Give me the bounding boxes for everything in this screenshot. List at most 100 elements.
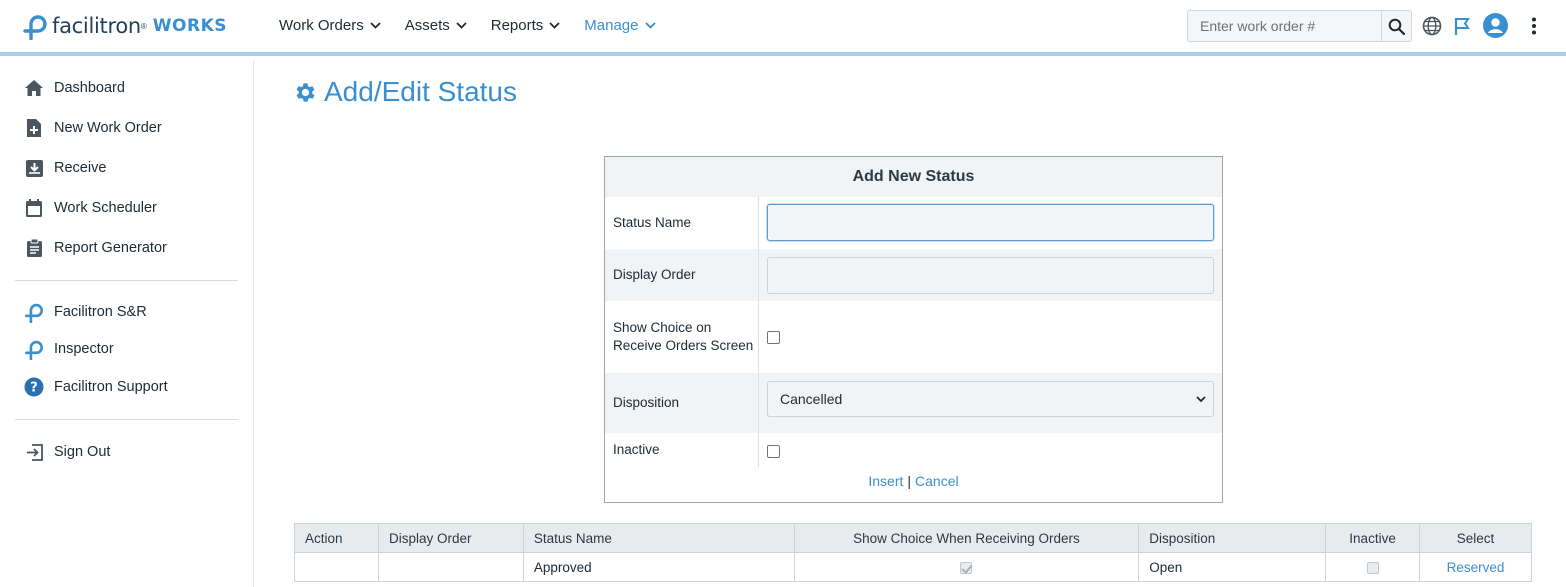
status-name-row: Status Name <box>605 197 1222 249</box>
calendar-icon <box>24 198 44 218</box>
status-name-input[interactable] <box>767 204 1214 241</box>
main-nav: Work Orders Assets Reports Manage <box>279 17 680 34</box>
account-button[interactable] <box>1483 13 1508 38</box>
add-status-form: Add New Status Status Name Display Order… <box>604 156 1223 503</box>
work-order-search-input[interactable] <box>1188 11 1381 41</box>
sidebar-divider <box>15 419 238 420</box>
sidebar-item-label: New Work Order <box>54 120 162 136</box>
more-options-button[interactable] <box>1523 15 1545 37</box>
file-plus-icon <box>24 118 44 138</box>
sidebar-item-dashboard[interactable]: Dashboard <box>24 76 125 100</box>
facilitron-works-logo[interactable]: facilitron ® WORKS <box>22 12 227 40</box>
search-icon <box>1388 18 1405 35</box>
show-choice-row: Show Choice on Receive Orders Screen <box>605 301 1222 373</box>
inactive-label: Inactive <box>605 433 759 467</box>
sidebar-item-new-work-order[interactable]: New Work Order <box>24 116 162 140</box>
select-link[interactable]: Reserved <box>1447 560 1505 575</box>
nav-reports[interactable]: Reports <box>491 17 561 34</box>
form-title: Add New Status <box>605 157 1222 197</box>
column-header-display-order[interactable]: Display Order <box>377 523 524 553</box>
column-header-action[interactable]: Action <box>294 523 379 553</box>
inactive-row: Inactive <box>605 433 1222 467</box>
form-actions: Insert | Cancel <box>605 473 1222 489</box>
nav-work-orders-label: Work Orders <box>279 17 364 34</box>
sidebar-item-report-generator[interactable]: Report Generator <box>24 236 167 260</box>
facilitron-logo-icon <box>23 15 47 40</box>
cancel-link[interactable]: Cancel <box>915 473 959 489</box>
cell-action <box>294 552 379 582</box>
cell-inactive <box>1325 552 1421 582</box>
language-button[interactable] <box>1421 15 1443 37</box>
inbox-download-icon <box>24 158 44 178</box>
user-avatar-icon <box>1483 13 1508 38</box>
sidebar-item-label: Inspector <box>54 341 114 357</box>
cell-status-name: Approved <box>522 552 795 582</box>
disposition-label: Disposition <box>605 373 759 433</box>
nav-manage-label: Manage <box>584 17 639 34</box>
inactive-checkbox-disabled <box>1366 561 1379 574</box>
column-header-show-choice[interactable]: Show Choice When Receiving Orders <box>793 523 1140 553</box>
inactive-checkbox[interactable] <box>767 445 780 458</box>
cell-select: Reserved <box>1419 552 1532 582</box>
sidebar-item-label: Report Generator <box>54 240 167 256</box>
sidebar-item-label: Receive <box>54 160 107 176</box>
chevron-down-icon <box>456 22 467 29</box>
nav-manage[interactable]: Manage <box>584 17 656 34</box>
sidebar-item-sign-out[interactable]: Sign Out <box>24 440 110 464</box>
work-order-search <box>1187 10 1412 42</box>
sidebar-item-inspector[interactable]: Inspector <box>24 337 114 361</box>
facilitron-logo-icon <box>24 302 44 323</box>
column-header-status-name[interactable]: Status Name <box>522 523 795 553</box>
show-choice-label: Show Choice on Receive Orders Screen <box>605 301 759 373</box>
sign-out-icon <box>24 442 44 462</box>
nav-work-orders[interactable]: Work Orders <box>279 17 381 34</box>
cell-show-choice <box>793 552 1140 582</box>
logo-registered-mark: ® <box>140 21 147 31</box>
help-circle-icon: ? <box>24 377 44 397</box>
sidebar-item-facilitron-sr[interactable]: Facilitron S&R <box>24 300 147 324</box>
flag-icon <box>1454 18 1470 35</box>
notifications-flag-button[interactable] <box>1451 15 1473 37</box>
action-separator: | <box>907 473 912 489</box>
top-bar: facilitron ® WORKS Work Orders Assets Re… <box>0 0 1566 56</box>
logo-product-name: WORKS <box>152 16 228 36</box>
column-header-inactive[interactable]: Inactive <box>1325 523 1421 553</box>
display-order-input[interactable] <box>767 257 1214 294</box>
chevron-down-icon <box>644 22 656 29</box>
page-title: Add/Edit Status <box>293 76 517 108</box>
nav-assets-label: Assets <box>404 17 450 34</box>
cell-display-order <box>377 552 524 582</box>
column-header-disposition[interactable]: Disposition <box>1138 523 1327 553</box>
sidebar-item-work-scheduler[interactable]: Work Scheduler <box>24 196 157 220</box>
clipboard-icon <box>24 238 44 258</box>
sidebar-item-receive[interactable]: Receive <box>24 156 106 180</box>
insert-link[interactable]: Insert <box>868 473 903 489</box>
display-order-row: Display Order <box>605 249 1222 301</box>
gear-icon <box>296 82 315 102</box>
chevron-down-icon <box>1196 396 1206 403</box>
sidebar-divider <box>15 280 238 281</box>
sidebar-item-facilitron-support[interactable]: ? Facilitron Support <box>24 375 168 399</box>
logo-wordmark: facilitron <box>52 14 141 38</box>
show-choice-checkbox[interactable] <box>767 331 780 344</box>
page-title-text: Add/Edit Status <box>324 76 518 107</box>
disposition-select[interactable]: Cancelled <box>767 381 1214 417</box>
display-order-label: Display Order <box>605 249 759 301</box>
cell-disposition: Open <box>1138 552 1327 582</box>
sidebar-item-label: Facilitron Support <box>54 379 168 395</box>
show-choice-checkbox-disabled <box>960 561 973 574</box>
sidebar-item-label: Dashboard <box>54 80 125 96</box>
column-header-select[interactable]: Select <box>1419 523 1532 553</box>
chevron-down-icon <box>549 22 560 29</box>
table-header-row: Action Display Order Status Name Show Ch… <box>294 523 1532 553</box>
disposition-selected-value: Cancelled <box>780 391 843 407</box>
status-name-label: Status Name <box>605 197 759 249</box>
table-row: Approved Open Reserved <box>294 552 1532 582</box>
nav-reports-label: Reports <box>490 17 544 34</box>
nav-assets[interactable]: Assets <box>405 17 467 34</box>
home-icon <box>24 78 44 98</box>
status-table: Action Display Order Status Name Show Ch… <box>294 523 1532 582</box>
search-button[interactable] <box>1381 11 1411 41</box>
sidebar-item-label: Work Scheduler <box>54 200 157 216</box>
sidebar-item-label: Facilitron S&R <box>54 304 147 320</box>
